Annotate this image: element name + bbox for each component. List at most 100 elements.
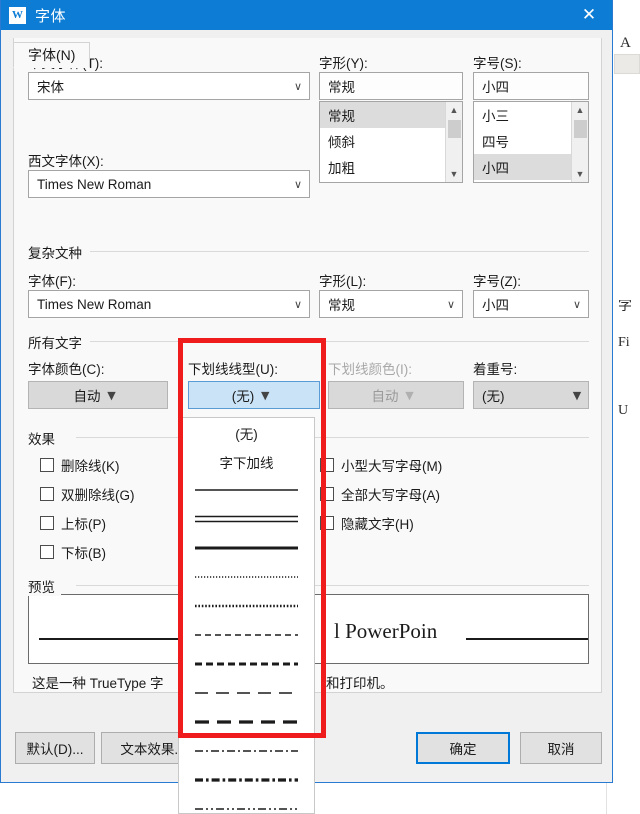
chevron-down-icon: ∨ <box>446 297 456 311</box>
underline-preview-long-dash-thin <box>195 687 298 700</box>
font-style-input[interactable]: 常规 <box>319 72 463 100</box>
checkbox-strikethrough[interactable]: 删除线(K) <box>40 455 120 475</box>
underline-preview-dash-dot-thick <box>195 774 298 787</box>
checkbox-superscript[interactable]: 上标(P) <box>40 513 106 533</box>
divider <box>90 341 589 342</box>
text-effects-button-label: 文本效果... <box>120 742 186 757</box>
close-icon[interactable]: ✕ <box>566 0 612 30</box>
list-item[interactable]: 加粗 <box>320 154 445 180</box>
tab-font[interactable]: 字体(N) <box>13 42 91 68</box>
dropdown-item[interactable] <box>179 592 314 621</box>
dropdown-item[interactable] <box>179 679 314 708</box>
dropdown-item-label: (无) <box>235 426 258 442</box>
scroll-up-icon[interactable]: ▲ <box>450 102 459 118</box>
list-item-label: 倾斜 <box>328 135 355 150</box>
font-style-listbox[interactable]: 常规 倾斜 加粗 ▲ ▼ <box>319 101 463 183</box>
font-size-input[interactable]: 小四 <box>473 72 589 100</box>
underline-preview-dash-dot-thin <box>195 745 298 758</box>
checkbox-icon[interactable] <box>40 545 54 559</box>
dropdown-item[interactable]: 字下加线 <box>179 447 314 476</box>
font-size-listbox[interactable]: 小三 四号 小四 ▲ ▼ <box>473 101 589 183</box>
checkbox-double-strikethrough[interactable]: 双删除线(G) <box>40 484 135 504</box>
font-color-combo[interactable]: 自动 ▼ <box>28 381 168 409</box>
dropdown-item[interactable] <box>179 737 314 766</box>
scrollbar-thumb[interactable] <box>447 120 461 138</box>
scroll-down-icon[interactable]: ▼ <box>576 166 585 182</box>
complex-style-value: 常规 <box>328 298 355 313</box>
emphasis-mark-combo[interactable]: (无) ▼ <box>473 381 589 409</box>
checkbox-all-caps[interactable]: 全部大写字母(A) <box>320 484 440 504</box>
list-item[interactable]: 小四 <box>474 154 571 180</box>
complex-style-label: 字形(L): <box>319 274 367 289</box>
effects-group-title: 效果 <box>28 428 61 448</box>
list-item[interactable]: 四号 <box>474 128 571 154</box>
font-size-value: 小四 <box>482 80 509 95</box>
list-item[interactable]: 常规 <box>320 102 445 128</box>
complex-size-combo[interactable]: 小四 ∨ <box>473 290 589 318</box>
checkbox-label: 全部大写字母(A) <box>341 488 440 503</box>
chinese-font-combo[interactable]: 宋体 ∨ <box>28 72 310 100</box>
underline-preview-dash-thin <box>195 629 298 642</box>
font-color-value: 自动 <box>73 389 101 404</box>
chevron-down-icon: ∨ <box>572 297 582 311</box>
dropdown-item[interactable] <box>179 708 314 737</box>
complex-size-label: 字号(Z): <box>473 274 521 289</box>
default-button[interactable]: 默认(D)... <box>15 732 95 764</box>
triangle-down-icon[interactable]: ▼ <box>254 389 276 402</box>
font-style-list-items: 常规 倾斜 加粗 <box>320 102 445 182</box>
font-style-value: 常规 <box>328 80 355 95</box>
underline-style-dropdown-list[interactable]: (无) 字下加线 <box>178 417 315 814</box>
preview-group-title: 预览 <box>28 576 61 596</box>
dropdown-item[interactable] <box>179 795 314 813</box>
dropdown-item[interactable] <box>179 650 314 679</box>
preview-text: l PowerPoin <box>334 619 438 643</box>
checkbox-icon[interactable] <box>40 458 54 472</box>
font-style-scrollbar[interactable]: ▲ ▼ <box>445 102 462 182</box>
checkbox-label: 下标(B) <box>61 546 106 561</box>
scroll-down-icon[interactable]: ▼ <box>450 166 459 182</box>
dropdown-item[interactable] <box>179 476 314 505</box>
checkbox-hidden-text[interactable]: 隐藏文字(H) <box>320 513 414 533</box>
list-item-label: 加粗 <box>328 161 355 176</box>
dropdown-item[interactable] <box>179 563 314 592</box>
dropdown-item[interactable] <box>179 505 314 534</box>
underline-preview-dotted-thick <box>195 600 298 613</box>
complex-style-combo[interactable]: 常规 ∨ <box>319 290 463 318</box>
complex-font-combo[interactable]: Times New Roman ∨ <box>28 290 310 318</box>
checkbox-small-caps[interactable]: 小型大写字母(M) <box>320 455 442 475</box>
checkbox-label: 删除线(K) <box>61 459 120 474</box>
cancel-button[interactable]: 取消 <box>520 732 602 764</box>
checkbox-icon[interactable] <box>320 516 334 530</box>
checkbox-icon[interactable] <box>40 487 54 501</box>
checkbox-icon[interactable] <box>320 458 334 472</box>
list-item[interactable]: 小三 <box>474 102 571 128</box>
list-item[interactable]: 倾斜 <box>320 128 445 154</box>
underline-style-value: (无) <box>231 389 255 404</box>
background-glyph: 字 <box>618 300 632 314</box>
dropdown-item[interactable] <box>179 621 314 650</box>
checkbox-label: 小型大写字母(M) <box>341 459 443 474</box>
dropdown-item[interactable] <box>179 766 314 795</box>
dropdown-item[interactable]: (无) <box>179 418 314 447</box>
dropdown-item[interactable] <box>179 534 314 563</box>
underline-preview-single-thick <box>195 542 298 555</box>
underline-style-combo[interactable]: (无) ▼ <box>188 381 320 409</box>
cancel-button-label: 取消 <box>547 742 575 757</box>
checkbox-subscript[interactable]: 下标(B) <box>40 542 106 562</box>
font-size-scrollbar[interactable]: ▲ ▼ <box>571 102 588 182</box>
list-item-label: 小四 <box>482 161 509 176</box>
emphasis-mark-value: (无) <box>482 389 505 404</box>
triangle-down-icon: ▼ <box>405 388 414 402</box>
scroll-up-icon[interactable]: ▲ <box>576 102 585 118</box>
checkbox-icon[interactable] <box>320 487 334 501</box>
complex-font-value: Times New Roman <box>37 296 152 312</box>
western-font-combo[interactable]: Times New Roman ∨ <box>28 170 310 198</box>
ok-button[interactable]: 确定 <box>416 732 510 764</box>
divider <box>76 437 589 438</box>
background-glyph: U <box>618 404 629 418</box>
checkbox-icon[interactable] <box>40 516 54 530</box>
scrollbar-thumb[interactable] <box>573 120 587 138</box>
dialog-title: 字体 <box>35 7 67 25</box>
complex-script-group-title: 复杂文种 <box>28 242 88 262</box>
dialog-titlebar: W 字体 ✕ <box>1 0 612 30</box>
